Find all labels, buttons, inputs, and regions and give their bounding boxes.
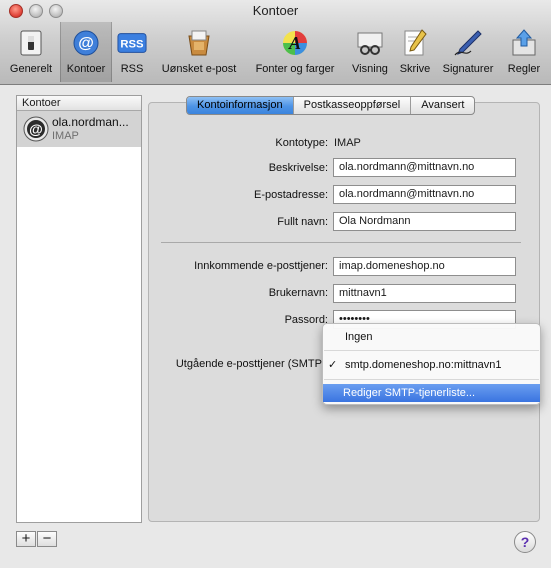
description-label: Beskrivelse:	[268, 162, 328, 174]
edit-smtp-server-list[interactable]: Rediger SMTP-tjenerliste...	[323, 384, 540, 402]
account-item[interactable]: @ ola.nordman... IMAP	[17, 111, 141, 147]
account-type: IMAP	[52, 130, 79, 142]
title-bar: Kontoer Generelt @ Kontoer RSS RSS Uønsk…	[0, 0, 551, 85]
toolbar-compose[interactable]: Skrive	[396, 22, 434, 82]
svg-text:A: A	[288, 33, 301, 53]
checkmark-icon: ✓	[328, 359, 338, 371]
toolbar-junk-mail[interactable]: Uønsket e-post	[154, 22, 244, 82]
settings-tabs: Kontoinformasjon Postkasseoppførsel Avan…	[186, 96, 476, 115]
account-name: ola.nordman...	[52, 115, 129, 129]
svg-text:RSS: RSS	[120, 39, 144, 51]
account-type-label: Kontotype:	[275, 137, 328, 149]
account-type-value: IMAP	[334, 137, 361, 149]
outgoing-server-label: Utgående e-posttjener (SMTP	[175, 358, 322, 370]
toolbar-rules[interactable]: Regler	[502, 22, 546, 82]
compose-icon	[400, 28, 430, 58]
remove-account-button[interactable]: −	[37, 531, 57, 547]
accounts-list-header: Kontoer	[17, 96, 141, 111]
full-name-label: Fullt navn:	[277, 216, 328, 228]
toolbar-general[interactable]: Generelt	[4, 22, 58, 82]
toolbar-accounts[interactable]: @ Kontoer	[60, 22, 112, 82]
username-label: Brukernavn:	[268, 287, 328, 299]
signature-pen-icon	[453, 28, 483, 58]
password-label: Passord:	[284, 314, 328, 326]
full-name-field[interactable]: Ola Nordmann	[333, 212, 516, 231]
at-sign-icon: @	[71, 28, 101, 58]
smtp-option-domeneshop[interactable]: ✓ smtp.domeneshop.no:mittnavn1	[323, 356, 540, 374]
description-field[interactable]: ola.nordmann@mittnavn.no	[333, 158, 516, 177]
toolbar: Generelt @ Kontoer RSS RSS Uønsket e-pos…	[0, 22, 551, 82]
tab-account-information[interactable]: Kontoinformasjon	[187, 97, 293, 114]
smtp-server-menu: Ingen ✓ smtp.domeneshop.no:mittnavn1 Red…	[322, 323, 541, 405]
toolbar-fonts-colors[interactable]: A Fonter og farger	[248, 22, 342, 82]
incoming-server-field[interactable]: imap.domeneshop.no	[333, 257, 516, 276]
email-address-label: E-postadresse:	[254, 189, 328, 201]
at-sign-icon: @	[23, 116, 49, 142]
separator	[161, 242, 521, 243]
toolbar-rss[interactable]: RSS RSS	[112, 22, 152, 82]
add-account-button[interactable]: +	[16, 531, 36, 547]
toolbar-viewing[interactable]: Visning	[346, 22, 394, 82]
junk-mail-icon	[184, 28, 214, 58]
window-title: Kontoer	[252, 3, 299, 18]
username-field[interactable]: mittnavn1	[333, 284, 516, 303]
preferences-window: Kontoer Generelt @ Kontoer RSS RSS Uønsk…	[0, 0, 551, 568]
accounts-list: Kontoer @ ola.nordman... IMAP	[16, 95, 142, 523]
tab-mailbox-behaviors[interactable]: Postkasseoppførsel	[292, 97, 411, 114]
email-address-field[interactable]: ola.nordmann@mittnavn.no	[333, 185, 516, 204]
tab-advanced[interactable]: Avansert	[410, 97, 474, 114]
toolbar-signatures[interactable]: Signaturer	[436, 22, 500, 82]
viewing-icon	[355, 28, 385, 58]
svg-text:@: @	[78, 35, 94, 52]
smtp-option-none[interactable]: Ingen	[323, 328, 540, 346]
menu-separator	[324, 379, 539, 380]
color-font-icon: A	[280, 28, 310, 58]
rules-icon	[509, 28, 539, 58]
rss-icon: RSS	[117, 28, 147, 58]
help-button[interactable]: ?	[514, 531, 536, 553]
menu-separator	[324, 350, 539, 351]
switch-icon	[16, 28, 46, 58]
svg-text:@: @	[29, 121, 43, 137]
incoming-server-label: Innkommende e-posttjener:	[194, 260, 328, 272]
